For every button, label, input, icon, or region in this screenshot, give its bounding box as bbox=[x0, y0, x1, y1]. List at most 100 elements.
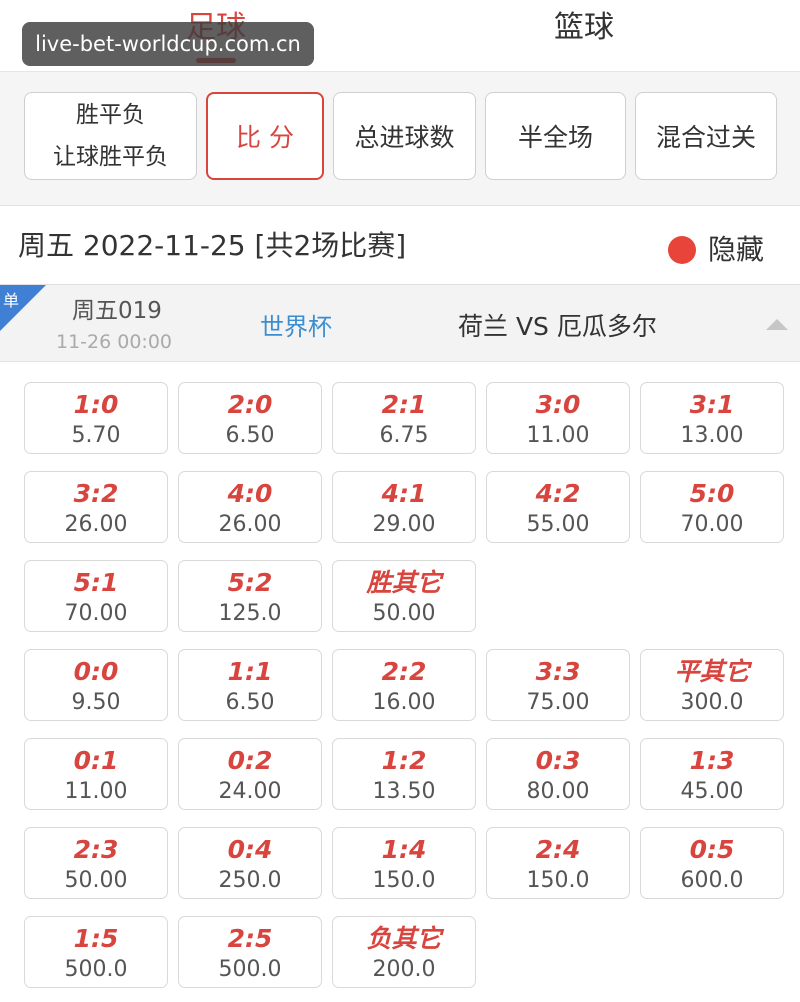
single-badge-label: 单 bbox=[3, 291, 20, 310]
score-label: 0:5 bbox=[689, 835, 735, 864]
score-odd-cell[interactable]: 2:5 500.0 bbox=[178, 916, 322, 988]
score-label: 3:1 bbox=[689, 390, 735, 419]
odd-value: 50.00 bbox=[372, 601, 436, 626]
tab-half-full[interactable]: 半全场 bbox=[485, 92, 626, 180]
play-type-tabs: 胜平负 让球胜平负 比 分 总进球数 半全场 混合过关 bbox=[0, 72, 800, 206]
score-label: 2:0 bbox=[227, 390, 273, 419]
odd-value: 50.00 bbox=[64, 868, 128, 893]
tab-basketball[interactable]: 篮球 bbox=[484, 6, 684, 50]
tab-mixed-parlay[interactable]: 混合过关 bbox=[635, 92, 777, 180]
score-odd-cell[interactable]: 3:0 11.00 bbox=[486, 382, 630, 454]
score-label: 负其它 bbox=[366, 924, 442, 953]
score-label: 0:1 bbox=[73, 746, 119, 775]
score-odd-cell[interactable]: 1:1 6.50 bbox=[178, 649, 322, 721]
score-odd-cell[interactable]: 1:3 45.00 bbox=[640, 738, 784, 810]
score-label: 0:0 bbox=[73, 657, 119, 686]
tab-handicap-win-draw-lose-label: 让球胜平负 bbox=[53, 144, 168, 170]
watermark: live-bet-worldcup.com.cn bbox=[22, 22, 314, 66]
odd-value: 13.00 bbox=[680, 423, 744, 448]
collapse-arrow-icon[interactable] bbox=[766, 319, 788, 330]
score-odd-cell[interactable]: 0:4 250.0 bbox=[178, 827, 322, 899]
score-odd-cell[interactable]: 5:2 125.0 bbox=[178, 560, 322, 632]
tab-total-goals[interactable]: 总进球数 bbox=[333, 92, 476, 180]
score-label: 1:1 bbox=[227, 657, 273, 686]
score-odd-cell[interactable]: 2:3 50.00 bbox=[24, 827, 168, 899]
score-label: 1:4 bbox=[381, 835, 427, 864]
league-name: 世界杯 bbox=[260, 313, 332, 341]
score-label: 5:2 bbox=[227, 568, 273, 597]
odd-value: 29.00 bbox=[372, 512, 436, 537]
odd-value: 80.00 bbox=[526, 779, 590, 804]
odd-value: 150.0 bbox=[372, 868, 436, 893]
score-odd-cell[interactable]: 1:0 5.70 bbox=[24, 382, 168, 454]
odd-value: 70.00 bbox=[64, 601, 128, 626]
score-label: 4:0 bbox=[227, 479, 273, 508]
score-odd-cell[interactable]: 平其它 300.0 bbox=[640, 649, 784, 721]
match-row[interactable]: 单 周五019 11-26 00:00 世界杯 荷兰 VS 厄瓜多尔 bbox=[0, 284, 800, 362]
odd-value: 26.00 bbox=[64, 512, 128, 537]
score-label: 3:2 bbox=[73, 479, 119, 508]
tab-win-draw-lose-label: 胜平负 bbox=[76, 102, 145, 128]
score-odd-cell[interactable]: 1:5 500.0 bbox=[24, 916, 168, 988]
score-odds-grid: 1:0 5.70 2:0 6.50 2:1 6.75 3:0 11.00 3:1 13.00 3:2… bbox=[0, 362, 800, 1002]
odd-value: 13.50 bbox=[372, 779, 436, 804]
odd-value: 150.0 bbox=[526, 868, 590, 893]
score-label: 2:4 bbox=[535, 835, 581, 864]
score-odd-cell[interactable]: 4:2 55.00 bbox=[486, 471, 630, 543]
score-odd-cell[interactable]: 3:1 13.00 bbox=[640, 382, 784, 454]
score-label: 2:2 bbox=[381, 657, 427, 686]
odd-value: 9.50 bbox=[71, 690, 121, 715]
score-label: 1:0 bbox=[73, 390, 119, 419]
odd-value: 26.00 bbox=[218, 512, 282, 537]
score-label: 3:0 bbox=[535, 390, 581, 419]
score-odd-cell[interactable]: 1:4 150.0 bbox=[332, 827, 476, 899]
score-label: 0:2 bbox=[227, 746, 273, 775]
hide-dot-icon[interactable] bbox=[668, 236, 696, 264]
tab-win-draw-lose[interactable]: 胜平负 让球胜平负 bbox=[24, 92, 197, 180]
score-label: 2:1 bbox=[381, 390, 427, 419]
score-odd-cell[interactable]: 0:3 80.00 bbox=[486, 738, 630, 810]
score-odd-cell[interactable]: 2:0 6.50 bbox=[178, 382, 322, 454]
score-label: 5:0 bbox=[689, 479, 735, 508]
odd-value: 45.00 bbox=[680, 779, 744, 804]
match-number: 周五019 bbox=[72, 298, 162, 324]
odd-value: 300.0 bbox=[680, 690, 744, 715]
tab-correct-score[interactable]: 比 分 bbox=[206, 92, 324, 180]
score-odd-cell[interactable]: 3:2 26.00 bbox=[24, 471, 168, 543]
match-teams: 荷兰 VS 厄瓜多尔 bbox=[458, 312, 657, 341]
score-odd-cell[interactable]: 5:0 70.00 bbox=[640, 471, 784, 543]
score-label: 3:3 bbox=[535, 657, 581, 686]
score-odd-cell[interactable]: 4:0 26.00 bbox=[178, 471, 322, 543]
odd-value: 11.00 bbox=[526, 423, 590, 448]
score-odd-cell[interactable]: 2:2 16.00 bbox=[332, 649, 476, 721]
score-label: 2:3 bbox=[73, 835, 119, 864]
score-odd-cell[interactable]: 0:0 9.50 bbox=[24, 649, 168, 721]
score-odd-cell[interactable]: 0:1 11.00 bbox=[24, 738, 168, 810]
score-label: 4:2 bbox=[535, 479, 581, 508]
score-odd-cell[interactable]: 4:1 29.00 bbox=[332, 471, 476, 543]
score-odd-cell[interactable]: 0:5 600.0 bbox=[640, 827, 784, 899]
odd-value: 6.50 bbox=[225, 690, 275, 715]
odd-value: 6.50 bbox=[225, 423, 275, 448]
score-odd-cell[interactable]: 2:1 6.75 bbox=[332, 382, 476, 454]
odd-value: 24.00 bbox=[218, 779, 282, 804]
odd-value: 70.00 bbox=[680, 512, 744, 537]
score-label: 1:3 bbox=[689, 746, 735, 775]
odd-value: 16.00 bbox=[372, 690, 436, 715]
date-header: 周五 2022-11-25 [共2场比赛] 隐藏 bbox=[0, 206, 800, 282]
score-odd-cell[interactable]: 负其它 200.0 bbox=[332, 916, 476, 988]
score-odd-cell[interactable]: 5:1 70.00 bbox=[24, 560, 168, 632]
score-odd-cell[interactable]: 胜其它 50.00 bbox=[332, 560, 476, 632]
score-label: 2:5 bbox=[227, 924, 273, 953]
score-odd-cell[interactable]: 0:2 24.00 bbox=[178, 738, 322, 810]
score-odd-cell[interactable]: 3:3 75.00 bbox=[486, 649, 630, 721]
score-odd-cell[interactable]: 1:2 13.50 bbox=[332, 738, 476, 810]
score-label: 0:3 bbox=[535, 746, 581, 775]
odd-value: 75.00 bbox=[526, 690, 590, 715]
score-label: 1:2 bbox=[381, 746, 427, 775]
score-label: 4:1 bbox=[381, 479, 427, 508]
score-label: 平其它 bbox=[674, 657, 750, 686]
hide-button[interactable]: 隐藏 bbox=[708, 228, 764, 268]
odd-value: 11.00 bbox=[64, 779, 128, 804]
score-odd-cell[interactable]: 2:4 150.0 bbox=[486, 827, 630, 899]
